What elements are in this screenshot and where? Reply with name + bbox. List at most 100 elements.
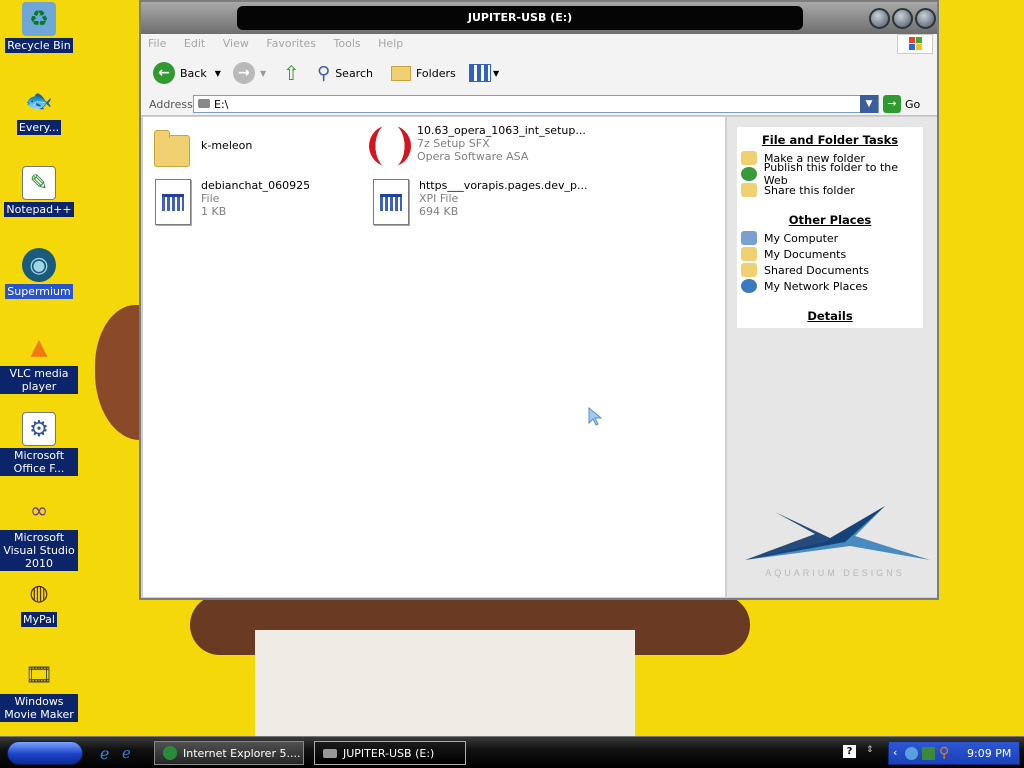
menu-tools[interactable]: Tools bbox=[327, 34, 368, 53]
system-tray: ‹ ⚲ 9:09 PM bbox=[888, 741, 1020, 765]
office-icon: ⚙ bbox=[22, 412, 56, 446]
file-company: Opera Software ASA bbox=[417, 150, 529, 163]
file-size: 1 KB bbox=[201, 205, 227, 218]
desktop-icon-movie-maker[interactable]: 🎞 Windows Movie Maker bbox=[0, 658, 78, 722]
computer-icon bbox=[741, 231, 757, 245]
generic-file-icon bbox=[155, 179, 191, 225]
address-dropdown-button[interactable]: ▼ bbox=[860, 95, 878, 113]
drive-icon bbox=[198, 99, 210, 108]
back-arrow-icon: ← bbox=[153, 62, 175, 84]
ie-quicklaunch-icon[interactable]: ℯ bbox=[122, 744, 131, 762]
desktop-icon-every[interactable]: 🐟 Every... bbox=[0, 84, 78, 135]
file-type: XPI File bbox=[419, 192, 459, 205]
forward-button[interactable]: → ▼ bbox=[233, 61, 266, 85]
file-type: 7z Setup SFX bbox=[417, 137, 490, 150]
supermium-icon: ◉ bbox=[22, 248, 56, 282]
desktop-icon-visual-studio[interactable]: ∞ Microsoft Visual Studio 2010 bbox=[0, 494, 78, 571]
file-item-debianchat[interactable]: debianchat_060925 File 1 KB bbox=[153, 177, 310, 225]
desktop-icon-notepad-plus-plus[interactable]: ✎ Notepad++ bbox=[0, 166, 78, 217]
forward-arrow-icon: → bbox=[233, 62, 255, 84]
movie-maker-icon: 🎞 bbox=[25, 662, 53, 688]
volume-tray-icon[interactable] bbox=[922, 747, 935, 760]
desktop-icon-office[interactable]: ⚙ Microsoft Office F... bbox=[0, 412, 78, 476]
folders-button[interactable]: Folders bbox=[391, 61, 456, 85]
other-places-heading[interactable]: Other Places bbox=[737, 213, 923, 227]
go-arrow-icon: → bbox=[883, 95, 901, 113]
opera-icon bbox=[369, 125, 411, 167]
task-publish-folder[interactable]: Publish this folder to the Web bbox=[737, 161, 923, 187]
up-folder-button[interactable]: ⇧ bbox=[283, 61, 300, 85]
share-folder-icon bbox=[741, 183, 757, 197]
internet-explorer-quicklaunch-icon[interactable]: ℯ bbox=[100, 744, 109, 763]
network-tray-icon[interactable] bbox=[905, 747, 918, 760]
menu-favorites[interactable]: Favorites bbox=[259, 34, 323, 53]
address-label: Address bbox=[149, 98, 193, 111]
title-bar[interactable]: JUPITER-USB (E:) bbox=[141, 2, 937, 34]
search-icon: ⚲ bbox=[317, 62, 331, 84]
close-button[interactable] bbox=[915, 8, 936, 29]
up-folder-icon: ⇧ bbox=[283, 61, 300, 85]
place-shared-documents[interactable]: Shared Documents bbox=[737, 262, 923, 278]
task-internet-explorer[interactable]: Internet Explorer 5.... bbox=[154, 741, 304, 765]
folder-icon bbox=[391, 65, 411, 81]
details-heading[interactable]: Details bbox=[737, 309, 923, 323]
maximize-button[interactable] bbox=[892, 8, 913, 29]
search-tray-icon[interactable]: ⚲ bbox=[939, 745, 949, 761]
menu-bar: File Edit View Favorites Tools Help bbox=[141, 34, 937, 54]
documents-icon bbox=[741, 247, 757, 261]
views-button[interactable]: ▼ bbox=[469, 61, 499, 85]
window-title: JUPITER-USB (E:) bbox=[237, 6, 803, 30]
menu-view[interactable]: View bbox=[216, 34, 256, 53]
search-button[interactable]: ⚲ Search bbox=[317, 61, 373, 85]
file-item-opera-setup[interactable]: 10.63_opera_1063_int_setup... 7z Setup S… bbox=[369, 122, 586, 170]
menu-file[interactable]: File bbox=[141, 34, 173, 53]
chevron-down-icon: ▼ bbox=[493, 68, 500, 78]
file-name: debianchat_060925 bbox=[201, 179, 311, 192]
task-jupiter-usb[interactable]: JUPITER-USB (E:) bbox=[314, 741, 466, 765]
chevron-down-icon: ▼ bbox=[260, 68, 267, 78]
minimize-button[interactable] bbox=[869, 8, 890, 29]
back-button[interactable]: ← Back ▼ bbox=[153, 61, 221, 85]
file-item-k-meleon[interactable]: k-meleon bbox=[153, 125, 252, 173]
tray-expand-icon[interactable]: ‹ bbox=[893, 746, 897, 759]
task-panel: File and Folder Tasks Make a new folder … bbox=[737, 127, 923, 328]
browser-icon bbox=[163, 746, 177, 760]
folder-icon bbox=[154, 130, 190, 167]
file-name: 10.63_opera_1063_int_setup... bbox=[417, 124, 586, 137]
views-icon bbox=[469, 64, 491, 82]
help-icon[interactable]: ? bbox=[843, 745, 856, 758]
fish-icon: 🐟 bbox=[25, 88, 53, 114]
address-input[interactable]: E:\ bbox=[193, 95, 879, 113]
desktop-icon-vlc[interactable]: ▲ VLC media player bbox=[0, 330, 78, 394]
mouse-cursor-icon bbox=[588, 407, 603, 426]
menu-edit[interactable]: Edit bbox=[177, 34, 212, 53]
svg-text:AQUARIUM DESIGNS: AQUARIUM DESIGNS bbox=[765, 568, 905, 578]
visual-studio-icon: ∞ bbox=[29, 498, 49, 524]
place-my-computer[interactable]: My Computer bbox=[737, 230, 923, 246]
file-list: k-meleon 10.63_opera_1063_int_setup... 7… bbox=[143, 117, 725, 597]
place-my-network-places[interactable]: My Network Places bbox=[737, 278, 923, 294]
start-button[interactable] bbox=[7, 741, 83, 765]
file-type: File bbox=[201, 192, 220, 205]
explorer-window: JUPITER-USB (E:) File Edit View Favorite… bbox=[139, 0, 939, 600]
recycle-bin-icon: ♻ bbox=[22, 2, 56, 36]
drive-icon bbox=[323, 748, 337, 758]
taskbar: ℯ ℯ Internet Explorer 5.... JUPITER-USB … bbox=[0, 736, 1024, 768]
aquarium-designs-logo: AQUARIUM DESIGNS bbox=[745, 506, 930, 578]
tray-scroll-icon[interactable]: ⇕ bbox=[866, 745, 874, 755]
desktop-icon-supermium[interactable]: ◉ Supermium bbox=[0, 248, 78, 299]
clock[interactable]: 9:09 PM bbox=[967, 747, 1011, 760]
globe-icon bbox=[741, 167, 757, 181]
desktop-icon-mypal[interactable]: ◍ MyPal bbox=[0, 576, 78, 627]
desktop-icon-recycle-bin[interactable]: ♻ Recycle Bin bbox=[0, 2, 78, 53]
file-item-xpi[interactable]: https___vorapis.pages.dev_p... XPI File … bbox=[371, 177, 588, 225]
go-button[interactable]: → Go bbox=[883, 95, 920, 113]
shared-folder-icon bbox=[741, 263, 757, 277]
place-my-documents[interactable]: My Documents bbox=[737, 246, 923, 262]
vlc-cone-icon: ▲ bbox=[30, 334, 48, 360]
file-folder-tasks-heading[interactable]: File and Folder Tasks bbox=[737, 133, 923, 147]
raccoon-icon: ◍ bbox=[29, 580, 49, 606]
file-size: 694 KB bbox=[419, 205, 459, 218]
toolbar: ← Back ▼ → ▼ ⇧ ⚲ Search Folders ▼ bbox=[141, 54, 937, 92]
menu-help[interactable]: Help bbox=[371, 34, 410, 53]
